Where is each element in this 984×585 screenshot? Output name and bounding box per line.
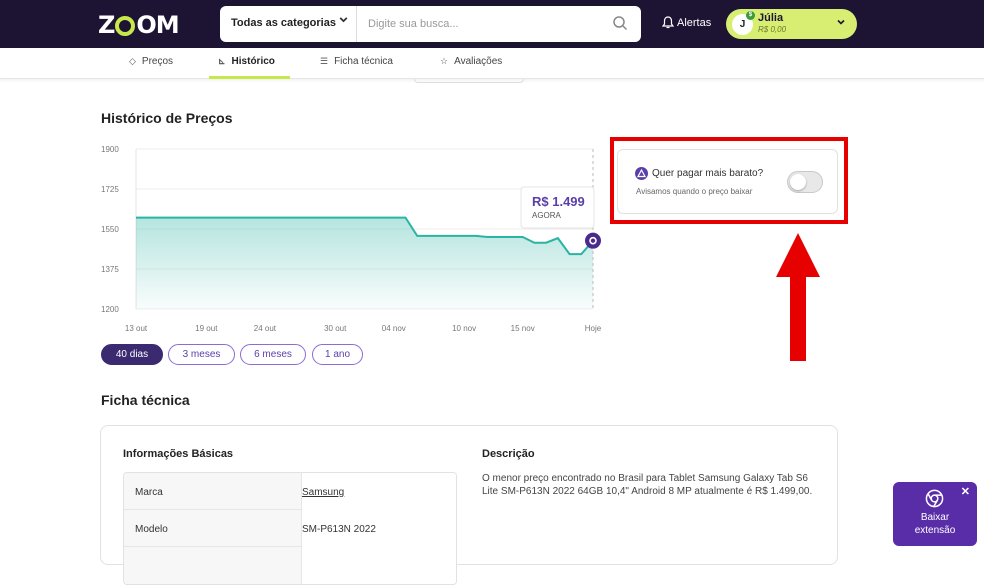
tab-label: Preços [141, 56, 174, 67]
user-name: Júlia [758, 12, 784, 24]
close-icon[interactable]: ✕ [961, 485, 970, 498]
spec-key: Modelo [135, 524, 168, 535]
spec-value-cell: SM-P613N 2022 [301, 510, 456, 547]
annotation-highlight-box [610, 137, 848, 224]
x-tick-label: 19 out [195, 324, 218, 333]
alerts-button[interactable]: Alertas [661, 16, 712, 29]
avatar-initial: J [739, 19, 746, 30]
table-row: Modelo SM-P613N 2022 [124, 510, 456, 547]
table-row: Marca Samsung [124, 473, 456, 510]
active-tab-indicator [209, 76, 290, 79]
avatar: J $ [732, 11, 755, 35]
category-select-label[interactable]: Todas as categorias [231, 17, 336, 29]
y-tick-label: 1900 [101, 145, 119, 154]
spec-key: Marca [135, 487, 163, 498]
x-tick-label: 04 nov [382, 324, 406, 333]
extension-label-line2: extensão [914, 525, 956, 536]
price-history-chart[interactable]: 1900 1725 1550 1375 1200 13 out 19 out 24 out 3… [96, 140, 611, 340]
search-input[interactable] [368, 15, 608, 33]
x-tick-label: 30 out [324, 324, 347, 333]
bell-icon [661, 16, 675, 29]
spec-value-cell: Samsung [301, 473, 456, 510]
x-tick-label: Hoje [585, 324, 602, 333]
user-menu[interactable]: J $ Júlia R$ 0,00 [726, 9, 857, 39]
range-40-dias[interactable]: 40 dias [101, 344, 163, 365]
range-6-meses[interactable]: 6 meses [240, 344, 306, 365]
current-price-point [585, 232, 601, 249]
spec-value-cell [301, 547, 456, 584]
section-tabs: ◇ Preços ⊾ Histórico ☰ Ficha técnica ☆ Avali… [0, 48, 984, 79]
tab-label: Histórico [231, 56, 275, 67]
chevron-down-icon[interactable] [836, 17, 846, 30]
tab-avaliacoes[interactable]: ☆ Avaliações [440, 56, 502, 67]
tab-label: Ficha técnica [334, 56, 393, 67]
tab-historico[interactable]: ⊾ Histórico [218, 56, 275, 67]
section-title-historico: Histórico de Preços [101, 110, 233, 126]
range-3-meses[interactable]: 3 meses [168, 344, 235, 365]
annotation-arrow-icon [776, 233, 820, 361]
x-tick-label: 24 out [254, 324, 277, 333]
search-bar: Todas as categorias [220, 6, 641, 42]
alerts-label: Alertas [677, 17, 712, 29]
section-title-ficha: Ficha técnica [101, 392, 190, 408]
tab-ficha-tecnica[interactable]: ☰ Ficha técnica [320, 56, 393, 67]
y-tick-label: 1375 [101, 265, 119, 274]
info-basicas-title: Informações Básicas [123, 448, 234, 460]
tab-label: Avaliações [454, 56, 503, 67]
tab-precos[interactable]: ◇ Preços [129, 56, 173, 67]
price-area [136, 217, 593, 309]
chrome-icon [925, 489, 944, 508]
x-tick-label: 15 nov [511, 324, 535, 333]
zoom-logo[interactable]: Z OM [98, 11, 180, 39]
current-price: R$ 1.499 [532, 194, 585, 209]
search-divider [356, 6, 357, 42]
spec-value: SM-P613N 2022 [302, 524, 376, 535]
download-extension-widget[interactable]: ✕ Baixar extensão [893, 482, 977, 546]
extension-label: Baixar extensão [893, 511, 977, 537]
spec-table: Marca Samsung Modelo SM-P613N 2022 [123, 472, 457, 585]
scroll-handle [414, 79, 524, 83]
search-icon[interactable] [612, 15, 630, 33]
list-icon: ☰ [320, 56, 329, 66]
extension-label-line1: Baixar [920, 512, 950, 523]
y-tick-label: 1200 [101, 305, 119, 314]
table-row [124, 547, 456, 584]
product-description: O menor preço encontrado no Brasil para … [482, 473, 813, 497]
x-tick-label: 10 nov [452, 324, 476, 333]
coin-badge-icon: $ [746, 11, 755, 20]
star-icon: ☆ [440, 56, 449, 66]
range-1-ano[interactable]: 1 ano [312, 344, 363, 365]
x-tick-label: 13 out [125, 324, 148, 333]
brand-link[interactable]: Samsung [302, 487, 344, 498]
y-tick-label: 1550 [101, 225, 119, 234]
chevron-down-icon[interactable] [338, 14, 349, 28]
current-price-tooltip: R$ 1.499 AGORA [520, 186, 595, 229]
y-tick-label: 1725 [101, 185, 119, 194]
current-price-label: AGORA [532, 211, 562, 220]
user-balance: R$ 0,00 [758, 25, 787, 34]
tag-icon: ◇ [129, 56, 136, 66]
descricao-title: Descrição [482, 448, 535, 460]
ficha-tecnica-card: Informações Básicas Marca Samsung Modelo… [100, 425, 838, 585]
chart-icon: ⊾ [218, 56, 226, 66]
top-header: ZOM Todas as categorias Alertas J$ Júlia… [0, 0, 984, 48]
